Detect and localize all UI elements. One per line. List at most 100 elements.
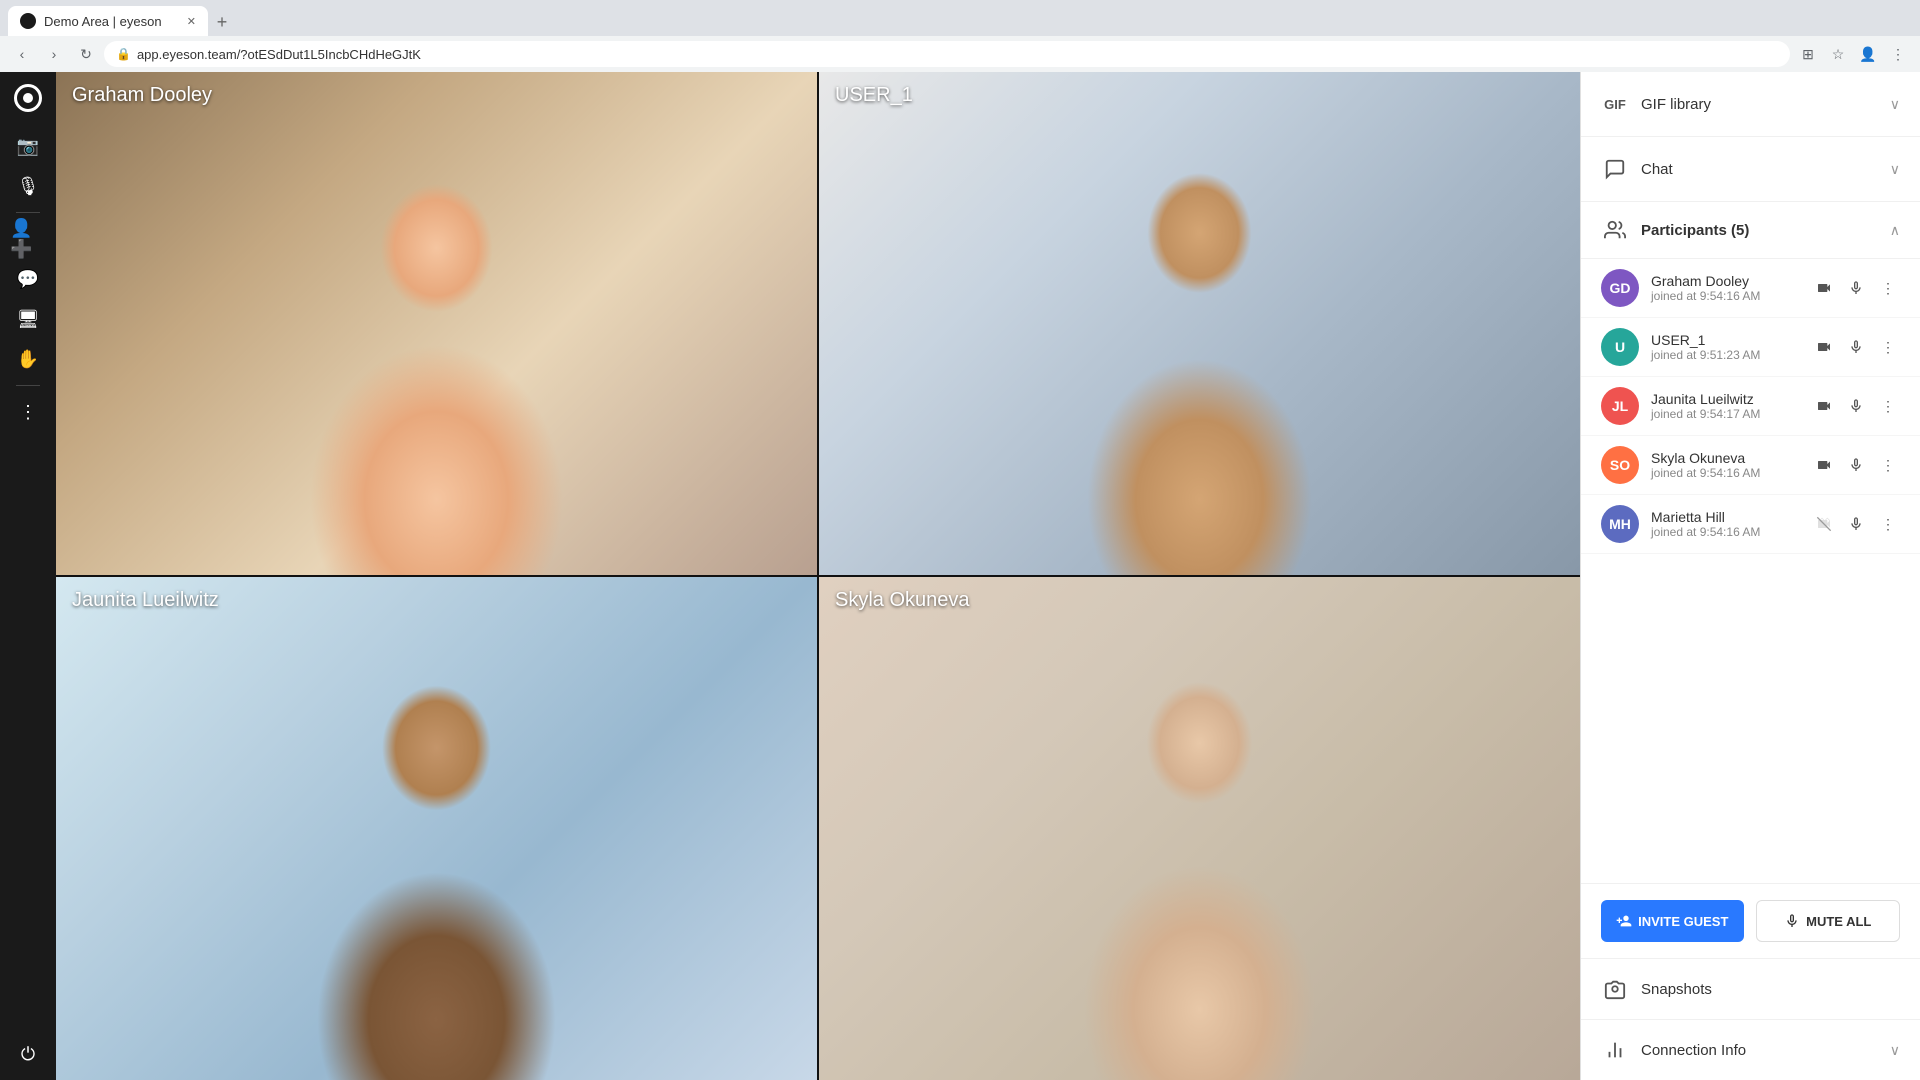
video-grid: Graham Dooley USER_1 Jaunita Lueilwitz S…: [56, 72, 1580, 1080]
participant-joined-time: joined at 9:54:17 AM: [1651, 407, 1812, 421]
sidebar-camera-button[interactable]: 📷: [10, 128, 46, 164]
chat-section-header[interactable]: Chat ∨: [1581, 137, 1920, 202]
snapshots-label: Snapshots: [1641, 981, 1900, 998]
video-cell-graham: Graham Dooley: [56, 72, 817, 575]
participants-chevron-icon: ∧: [1890, 222, 1900, 239]
lock-icon: 🔒: [116, 47, 131, 61]
participant-controls: ⋮: [1812, 512, 1900, 536]
new-tab-button[interactable]: +: [208, 8, 236, 36]
participant-avatar: JL: [1601, 387, 1639, 425]
more-options-button[interactable]: ⋮: [1884, 40, 1912, 68]
sidebar-divider-1: [16, 212, 40, 213]
participant-controls: ⋮: [1812, 453, 1900, 477]
participant-more-button[interactable]: ⋮: [1876, 335, 1900, 359]
participant-item: JL Jaunita Lueilwitz joined at 9:54:17 A…: [1581, 377, 1920, 436]
active-tab[interactable]: Demo Area | eyeson ✕: [8, 6, 208, 36]
sidebar-leave-button[interactable]: ⏻: [10, 1036, 46, 1072]
participant-name: Graham Dooley: [1651, 273, 1812, 289]
toolbar-icons: ⊞ ☆ 👤 ⋮: [1794, 40, 1912, 68]
video-cell-skyla: Skyla Okuneva: [819, 577, 1580, 1080]
action-buttons: INVITE GUEST MUTE ALL: [1581, 883, 1920, 958]
extensions-button[interactable]: ⊞: [1794, 40, 1822, 68]
invite-guest-button[interactable]: INVITE GUEST: [1601, 900, 1744, 942]
sidebar-hand-raise-button[interactable]: ✋: [10, 341, 46, 377]
participant-video-button[interactable]: [1812, 512, 1836, 536]
video-feed-skyla: [819, 577, 1580, 1080]
mute-all-button[interactable]: MUTE ALL: [1756, 900, 1901, 942]
participant-controls: ⋮: [1812, 276, 1900, 300]
reload-button[interactable]: ↻: [72, 40, 100, 68]
participants-list: GD Graham Dooley joined at 9:54:16 AM ⋮ …: [1581, 259, 1920, 883]
participant-name: Jaunita Lueilwitz: [1651, 391, 1812, 407]
participant-name: Marietta Hill: [1651, 509, 1812, 525]
participant-more-button[interactable]: ⋮: [1876, 453, 1900, 477]
gif-library-header[interactable]: GIF GIF library ∨: [1581, 72, 1920, 137]
logo-icon: [14, 84, 42, 112]
sidebar-screen-share-button[interactable]: 🖥: [10, 301, 46, 337]
participant-controls: ⋮: [1812, 335, 1900, 359]
snapshots-icon: [1601, 975, 1629, 1003]
right-panel: GIF GIF library ∨ Chat ∨: [1580, 72, 1920, 1080]
participant-info: Skyla Okuneva joined at 9:54:16 AM: [1651, 450, 1812, 480]
participants-header[interactable]: Participants (5) ∧: [1581, 202, 1920, 259]
sidebar-chat-button[interactable]: 💬: [10, 261, 46, 297]
chat-chevron-icon: ∨: [1890, 161, 1900, 178]
participant-avatar: GD: [1601, 269, 1639, 307]
participant-joined-time: joined at 9:51:23 AM: [1651, 348, 1812, 362]
tab-close-button[interactable]: ✕: [187, 15, 196, 28]
sidebar-more-button[interactable]: ⋮: [10, 394, 46, 430]
left-sidebar: 📷 🎙 👤➕ 💬 🖥 ✋ ⋮ ⏻: [0, 72, 56, 1080]
participant-joined-time: joined at 9:54:16 AM: [1651, 289, 1812, 303]
participant-name: Skyla Okuneva: [1651, 450, 1812, 466]
address-bar[interactable]: 🔒 app.eyeson.team/?otESdDut1L5IncbCHdHeG…: [104, 41, 1790, 67]
connection-chevron-icon: ∨: [1890, 1042, 1900, 1059]
participant-audio-button[interactable]: [1844, 335, 1868, 359]
video-cell-jaunita: Jaunita Lueilwitz: [56, 577, 817, 1080]
video-feed-jaunita: [56, 577, 817, 1080]
participant-audio-button[interactable]: [1844, 453, 1868, 477]
participant-video-button[interactable]: [1812, 453, 1836, 477]
video-label-jaunita: Jaunita Lueilwitz: [72, 589, 219, 612]
back-button[interactable]: ‹: [8, 40, 36, 68]
participant-audio-button[interactable]: [1844, 276, 1868, 300]
participant-video-button[interactable]: [1812, 335, 1836, 359]
participant-avatar: U: [1601, 328, 1639, 366]
participant-more-button[interactable]: ⋮: [1876, 276, 1900, 300]
participant-item: MH Marietta Hill joined at 9:54:16 AM ⋮: [1581, 495, 1920, 554]
bookmark-button[interactable]: ☆: [1824, 40, 1852, 68]
participant-joined-time: joined at 9:54:16 AM: [1651, 466, 1812, 480]
participant-audio-button[interactable]: [1844, 394, 1868, 418]
video-feed-user1: [819, 72, 1580, 575]
tab-title: Demo Area | eyeson: [44, 14, 162, 29]
gif-chevron-icon: ∨: [1890, 96, 1900, 113]
snapshots-section[interactable]: Snapshots: [1581, 958, 1920, 1019]
participant-video-button[interactable]: [1812, 276, 1836, 300]
tab-bar: Demo Area | eyeson ✕ +: [0, 0, 1920, 36]
participant-info: Graham Dooley joined at 9:54:16 AM: [1651, 273, 1812, 303]
connection-info-section[interactable]: Connection Info ∨: [1581, 1019, 1920, 1080]
gif-icon: GIF: [1601, 90, 1629, 118]
participant-avatar: SO: [1601, 446, 1639, 484]
app-logo: [10, 80, 46, 116]
sidebar-divider-2: [16, 385, 40, 386]
participant-item: GD Graham Dooley joined at 9:54:16 AM ⋮: [1581, 259, 1920, 318]
sidebar-add-user-button[interactable]: 👤➕: [10, 221, 46, 257]
video-feed-graham: [56, 72, 817, 575]
participant-audio-button[interactable]: [1844, 512, 1868, 536]
tab-favicon: [20, 13, 36, 29]
participant-info: USER_1 joined at 9:51:23 AM: [1651, 332, 1812, 362]
participants-icon: [1601, 216, 1629, 244]
participants-label: Participants (5): [1641, 222, 1890, 239]
profile-button[interactable]: 👤: [1854, 40, 1882, 68]
participant-more-button[interactable]: ⋮: [1876, 512, 1900, 536]
sidebar-mic-button[interactable]: 🎙: [10, 168, 46, 204]
video-cell-user1: USER_1: [819, 72, 1580, 575]
participant-more-button[interactable]: ⋮: [1876, 394, 1900, 418]
participant-name: USER_1: [1651, 332, 1812, 348]
participant-video-button[interactable]: [1812, 394, 1836, 418]
connection-info-icon: [1601, 1036, 1629, 1064]
gif-library-label: GIF library: [1641, 96, 1890, 113]
participant-avatar: MH: [1601, 505, 1639, 543]
video-label-user1: USER_1: [835, 84, 913, 107]
forward-button[interactable]: ›: [40, 40, 68, 68]
